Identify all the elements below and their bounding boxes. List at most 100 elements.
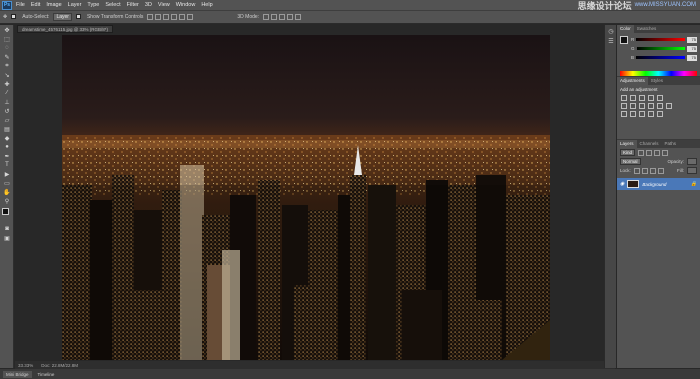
hue-saturation-icon[interactable] xyxy=(621,103,627,109)
channel-g-slider[interactable] xyxy=(636,47,685,50)
layer-background[interactable]: ◉ Background 🔒 xyxy=(617,178,700,190)
color-balance-icon[interactable] xyxy=(630,103,636,109)
zoom-tool-icon[interactable]: ⚲ xyxy=(2,197,12,205)
channel-g-value[interactable]: 75 xyxy=(687,45,697,52)
gradient-tool-icon[interactable]: ▤ xyxy=(2,125,12,133)
show-transform-checkbox[interactable] xyxy=(75,14,83,20)
color-fg-swatch[interactable] xyxy=(620,36,628,44)
blur-tool-icon[interactable]: ◆ xyxy=(2,134,12,142)
marquee-tool-icon[interactable]: ⬚ xyxy=(2,35,12,43)
dodge-tool-icon[interactable]: ● xyxy=(2,143,12,151)
zoom-level[interactable]: 33.33% xyxy=(18,363,33,368)
move-tool-icon[interactable]: ✥ xyxy=(2,26,12,34)
posterize-icon[interactable] xyxy=(630,111,636,117)
color-lookup-icon[interactable] xyxy=(666,103,672,109)
tab-mini-bridge[interactable]: Mini Bridge xyxy=(3,370,32,378)
tab-styles[interactable]: Styles xyxy=(648,77,666,85)
history-panel-icon[interactable]: ◷ xyxy=(607,28,615,35)
quick-select-tool-icon[interactable]: ✎ xyxy=(2,53,12,61)
menu-file[interactable]: File xyxy=(16,2,25,8)
color-swatches[interactable] xyxy=(2,208,12,222)
menu-filter[interactable]: Filter xyxy=(127,2,139,8)
photo-filter-icon[interactable] xyxy=(648,103,654,109)
document-tab[interactable]: dreamstime_4576115.jpg @ 33% (RGB/8*) xyxy=(17,25,114,33)
crop-tool-icon[interactable]: ⌗ xyxy=(2,62,12,70)
lock-all-icon[interactable] xyxy=(657,167,664,174)
menu-3d[interactable]: 3D xyxy=(145,2,152,8)
tab-swatches[interactable]: Swatches xyxy=(634,25,660,33)
3d-roll-icon[interactable] xyxy=(271,14,278,20)
doc-size[interactable]: Doc: 22.8M/22.8M xyxy=(41,363,78,368)
tab-timeline[interactable]: Timeline xyxy=(38,372,55,377)
screen-mode-icon[interactable]: ▣ xyxy=(2,234,12,242)
menu-select[interactable]: Select xyxy=(105,2,120,8)
eraser-tool-icon[interactable]: ▱ xyxy=(2,116,12,124)
invert-icon[interactable] xyxy=(621,111,627,117)
tab-layers[interactable]: Layers xyxy=(617,140,637,148)
pen-tool-icon[interactable]: ✒ xyxy=(2,152,12,160)
menu-window[interactable]: Window xyxy=(176,2,196,8)
lasso-tool-icon[interactable]: ◌ xyxy=(2,44,12,52)
channel-r-value[interactable]: 75 xyxy=(687,36,697,43)
path-select-tool-icon[interactable]: ▶ xyxy=(2,170,12,178)
hand-tool-icon[interactable]: ✋ xyxy=(2,188,12,196)
exposure-icon[interactable] xyxy=(648,95,654,101)
align-top-icon[interactable] xyxy=(147,14,154,20)
3d-scale-icon[interactable] xyxy=(295,14,302,20)
blend-mode-dropdown[interactable]: Normal xyxy=(620,158,641,165)
auto-select-dropdown[interactable]: Layer xyxy=(53,13,72,21)
3d-rotate-icon[interactable] xyxy=(263,14,270,20)
brush-tool-icon[interactable]: ∕ xyxy=(2,89,12,97)
lock-position-icon[interactable] xyxy=(649,167,656,174)
align-buttons[interactable] xyxy=(147,14,194,20)
clone-stamp-tool-icon[interactable]: ⊥ xyxy=(2,98,12,106)
filter-shape-icon[interactable] xyxy=(662,149,669,156)
menu-view[interactable]: View xyxy=(158,2,170,8)
properties-panel-icon[interactable]: ☰ xyxy=(607,38,615,45)
channel-mixer-icon[interactable] xyxy=(657,103,663,109)
healing-tool-icon[interactable]: ✚ xyxy=(2,80,12,88)
menu-type[interactable]: Type xyxy=(87,2,99,8)
menu-image[interactable]: Image xyxy=(46,2,61,8)
filter-adjustment-icon[interactable] xyxy=(646,149,653,156)
3d-mode-buttons[interactable] xyxy=(263,14,302,20)
vibrance-icon[interactable] xyxy=(657,95,663,101)
layer-kind-filter[interactable]: Kind xyxy=(620,149,636,156)
eyedropper-tool-icon[interactable]: ↘ xyxy=(2,71,12,79)
lock-pixels-icon[interactable] xyxy=(633,167,640,174)
tab-paths[interactable]: Paths xyxy=(662,140,680,148)
selective-color-icon[interactable] xyxy=(657,111,663,117)
align-center-icon[interactable] xyxy=(179,14,186,20)
visibility-eye-icon[interactable]: ◉ xyxy=(620,181,624,187)
color-spectrum[interactable] xyxy=(620,71,697,76)
type-tool-icon[interactable]: T xyxy=(2,161,12,169)
opacity-field[interactable] xyxy=(687,158,697,165)
tab-color[interactable]: Color xyxy=(617,25,634,33)
quick-mask-icon[interactable]: ◙ xyxy=(2,225,12,233)
channel-r-slider[interactable] xyxy=(636,38,685,41)
filter-pixel-icon[interactable] xyxy=(638,149,645,156)
black-white-icon[interactable] xyxy=(639,103,645,109)
threshold-icon[interactable] xyxy=(639,111,645,117)
filter-type-icon[interactable] xyxy=(654,149,661,156)
tab-adjustments[interactable]: Adjustments xyxy=(617,77,648,85)
curves-icon[interactable] xyxy=(639,95,645,101)
tab-channels[interactable]: Channels xyxy=(637,140,662,148)
align-bottom-icon[interactable] xyxy=(163,14,170,20)
image-canvas[interactable] xyxy=(62,35,550,360)
menu-edit[interactable]: Edit xyxy=(31,2,40,8)
gradient-map-icon[interactable] xyxy=(648,111,654,117)
levels-icon[interactable] xyxy=(630,95,636,101)
foreground-color-swatch[interactable] xyxy=(2,208,9,215)
align-right-icon[interactable] xyxy=(187,14,194,20)
lock-paint-icon[interactable] xyxy=(641,167,648,174)
brightness-icon[interactable] xyxy=(621,95,627,101)
channel-b-slider[interactable] xyxy=(636,56,685,59)
3d-pan-icon[interactable] xyxy=(279,14,286,20)
shape-tool-icon[interactable]: ▭ xyxy=(2,179,12,187)
auto-select-checkbox[interactable] xyxy=(11,14,18,20)
align-middle-icon[interactable] xyxy=(155,14,162,20)
history-brush-tool-icon[interactable]: ↺ xyxy=(2,107,12,115)
channel-b-value[interactable]: 75 xyxy=(687,54,697,61)
menu-layer[interactable]: Layer xyxy=(68,2,82,8)
